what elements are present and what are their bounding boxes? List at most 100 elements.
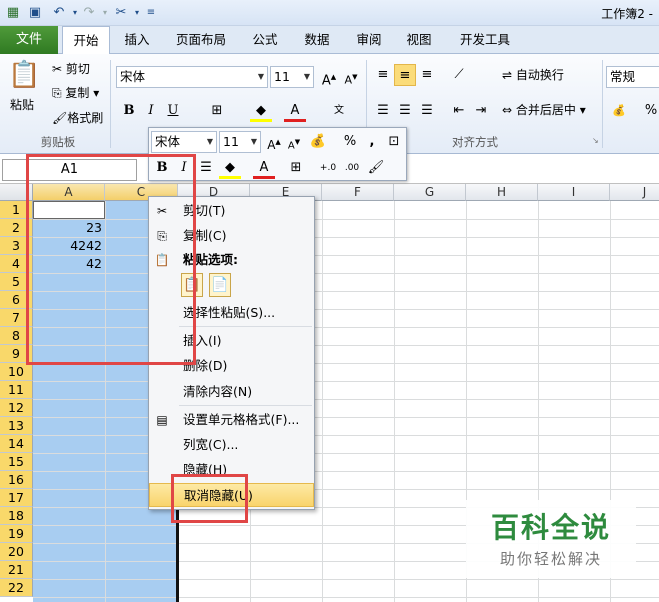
copy-button[interactable]: ⎘ 复制 ▾	[52, 84, 99, 102]
paste-icon[interactable]: 📋	[8, 58, 40, 92]
align-left-icon[interactable]: ☰	[372, 100, 394, 122]
mini-percent-button[interactable]: %	[339, 131, 361, 153]
paste-button[interactable]: 粘贴	[10, 96, 34, 114]
increase-indent-icon[interactable]: ⇥	[470, 100, 492, 122]
ribbon-tabs: 文件 开始 插入 页面布局 公式 数据 审阅 视图 开发工具	[0, 26, 659, 55]
chevron-down-icon[interactable]: ▼	[251, 132, 257, 152]
merge-center-button[interactable]: ⇔ 合并后居中 ▾	[502, 101, 586, 119]
window-title: 工作簿2 -	[601, 7, 653, 21]
column-header-f[interactable]: F	[322, 184, 394, 201]
annotation-box-columns	[26, 154, 196, 365]
align-middle-icon[interactable]: ≡	[394, 64, 416, 86]
brush-icon: 🖌	[52, 111, 68, 125]
mini-accounting-icon[interactable]: 💰	[307, 131, 329, 153]
ribbon-divider	[110, 60, 111, 148]
dialog-launcher-icon[interactable]: ↘	[592, 136, 599, 145]
paste-values-icon[interactable]: 📄	[209, 273, 231, 297]
align-bottom-icon[interactable]: ≡	[416, 64, 438, 86]
column-header-j[interactable]: J	[610, 184, 659, 201]
copy-icon: ⎘	[52, 86, 66, 100]
fill-color-icon[interactable]: ◆	[250, 100, 272, 122]
format-painter-button[interactable]: 🖌格式刷	[52, 109, 103, 127]
column-header-h[interactable]: H	[466, 184, 538, 201]
chevron-down-icon[interactable]: ▼	[258, 67, 264, 87]
tab-developer[interactable]: 开发工具	[452, 26, 518, 54]
tab-view[interactable]: 视图	[398, 26, 440, 54]
decrease-indent-icon[interactable]: ⇤	[448, 100, 470, 122]
merge-icon: ⇔	[502, 103, 516, 117]
font-name-combo[interactable]: 宋体 ▼	[116, 66, 268, 88]
menu-separator	[179, 326, 312, 327]
mini-format-painter-icon[interactable]: 🖌	[365, 157, 387, 179]
alignment-group-label: 对齐方式	[452, 135, 498, 149]
menu-item-label: 设置单元格格式(F)...	[183, 412, 300, 427]
shrink-font-icon[interactable]: A▼	[340, 66, 362, 88]
font-name-value: 宋体	[120, 69, 146, 84]
format-cells-icon: ▤	[156, 413, 168, 427]
bold-button[interactable]: B	[118, 100, 140, 122]
wrap-text-button[interactable]: ⇌ 自动换行	[502, 66, 564, 84]
customize-qat-icon[interactable]: ≡	[142, 4, 160, 22]
orientation-icon[interactable]: ⟋	[448, 64, 470, 86]
quick-access-toolbar: ▦ ▣ ↶ ▾ ↷ ▾ ✂ ▾ ≡ 工作簿2 -	[0, 0, 659, 26]
clipboard-group-label: 剪贴板	[40, 135, 76, 149]
number-format-combo[interactable]: 常规	[606, 66, 659, 88]
column-header-i[interactable]: I	[538, 184, 610, 201]
save-icon[interactable]: ▣	[26, 4, 44, 22]
tab-formulas[interactable]: 公式	[244, 26, 286, 54]
mini-grow-font-icon[interactable]: A▲	[263, 131, 285, 153]
watermark: 百科全说 助你轻松解决	[466, 500, 636, 578]
align-top-icon[interactable]: ≡	[372, 64, 394, 86]
font-color-icon[interactable]: A	[284, 100, 306, 122]
merge-center-label: 合并后居中	[515, 103, 576, 117]
align-center-icon[interactable]: ☰	[394, 100, 416, 122]
tab-review[interactable]: 审阅	[348, 26, 390, 54]
mini-shrink-font-icon[interactable]: A▼	[283, 131, 305, 153]
menu-item-column-width[interactable]: 列宽(C)...	[149, 433, 314, 457]
tab-file[interactable]: 文件	[0, 26, 58, 54]
tab-data[interactable]: 数据	[296, 26, 338, 54]
font-size-combo[interactable]: 11 ▼	[270, 66, 314, 88]
mini-font-value: 宋体	[155, 134, 181, 149]
wrap-text-icon: ⇌	[502, 68, 516, 82]
tab-page-layout[interactable]: 页面布局	[166, 26, 236, 54]
font-size-value: 11	[274, 69, 290, 84]
watermark-subtitle: 助你轻松解决	[499, 550, 602, 568]
percent-button[interactable]: %	[640, 100, 659, 122]
menu-item-format-cells[interactable]: ▤ 设置单元格格式(F)...	[149, 408, 314, 432]
cut-label: 剪切	[65, 62, 90, 76]
grow-font-icon[interactable]: A▲	[318, 66, 340, 88]
mini-align-center-icon[interactable]: ☰	[195, 157, 217, 179]
mini-font-color-icon[interactable]: A	[253, 157, 275, 179]
italic-button[interactable]: I	[140, 100, 162, 122]
mini-font-combo[interactable]: 宋体 ▼	[151, 131, 217, 153]
format-painter-label: 格式刷	[67, 111, 104, 125]
tab-home[interactable]: 开始	[62, 26, 110, 55]
menu-item-label: 列宽(C)...	[183, 437, 239, 452]
mini-comma-button[interactable]: ,	[361, 131, 383, 153]
mini-fill-color-icon[interactable]: ◆	[219, 157, 241, 179]
mini-decrease-decimal-icon[interactable]: .00	[341, 157, 363, 179]
mini-size-combo[interactable]: 11 ▼	[219, 131, 261, 153]
chevron-down-icon[interactable]: ▼	[304, 67, 310, 87]
mini-increase-decimal-icon[interactable]: +.0	[317, 157, 339, 179]
cut-button[interactable]: ✂ 剪切	[52, 60, 90, 78]
tab-insert[interactable]: 插入	[114, 26, 160, 54]
underline-button[interactable]: U	[162, 100, 184, 122]
accounting-icon[interactable]: 💰	[608, 100, 630, 122]
column-header-g[interactable]: G	[394, 184, 466, 201]
excel-app-icon[interactable]: ▦	[4, 4, 22, 22]
chevron-down-icon[interactable]: ▼	[207, 132, 213, 152]
wrap-text-label: 自动换行	[515, 68, 564, 82]
copy-label: 复制	[65, 86, 90, 100]
align-right-icon[interactable]: ☰	[416, 100, 438, 122]
ribbon-divider	[602, 60, 603, 148]
number-format-value: 常规	[610, 69, 636, 84]
mini-format-icon[interactable]: ⊡	[383, 131, 405, 153]
phonetic-icon[interactable]: 文	[328, 100, 350, 122]
borders-icon[interactable]: ⊞	[206, 100, 228, 122]
scissors-icon: ✂	[52, 62, 66, 76]
mini-size-value: 11	[223, 134, 239, 149]
mini-borders-icon[interactable]: ⊞	[285, 157, 307, 179]
menu-item-clear-contents[interactable]: 清除内容(N)	[149, 380, 314, 404]
